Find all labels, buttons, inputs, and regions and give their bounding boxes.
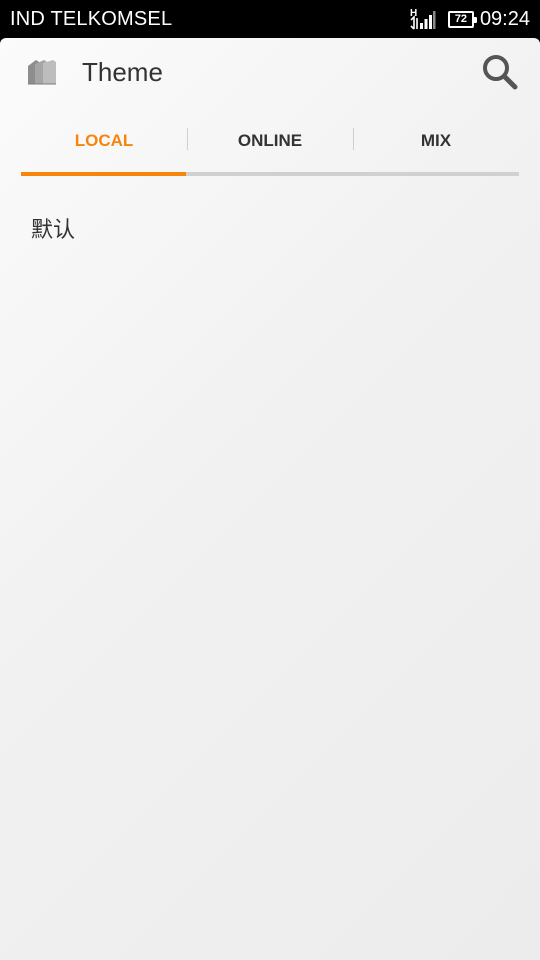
status-bar: IND TELKOMSEL H 72 09:24 bbox=[0, 0, 540, 38]
tab-mix[interactable]: MIX bbox=[353, 122, 519, 160]
clock: 09:24 bbox=[479, 7, 530, 30]
theme-app: Theme LOCAL ONLINE MIX 默认 bbox=[0, 38, 540, 960]
tab-bar: LOCAL ONLINE MIX bbox=[21, 122, 519, 176]
battery-icon: 72 bbox=[447, 10, 477, 28]
tab-online[interactable]: ONLINE bbox=[187, 122, 353, 160]
theme-list: 默认 bbox=[0, 198, 540, 258]
carrier-name: IND TELKOMSEL bbox=[10, 8, 173, 30]
action-bar: Theme bbox=[0, 38, 540, 108]
signal-icon: H bbox=[410, 7, 436, 31]
app-title: Theme bbox=[82, 57, 163, 87]
battery-level: 72 bbox=[454, 12, 468, 25]
theme-app-icon[interactable] bbox=[26, 58, 58, 86]
tab-local[interactable]: LOCAL bbox=[21, 122, 187, 160]
status-icons: H 72 09:24 bbox=[410, 6, 530, 32]
tab-indicator bbox=[21, 172, 186, 176]
tab-track bbox=[21, 172, 519, 176]
list-item[interactable]: 默认 bbox=[0, 198, 540, 258]
search-icon[interactable] bbox=[480, 52, 520, 92]
